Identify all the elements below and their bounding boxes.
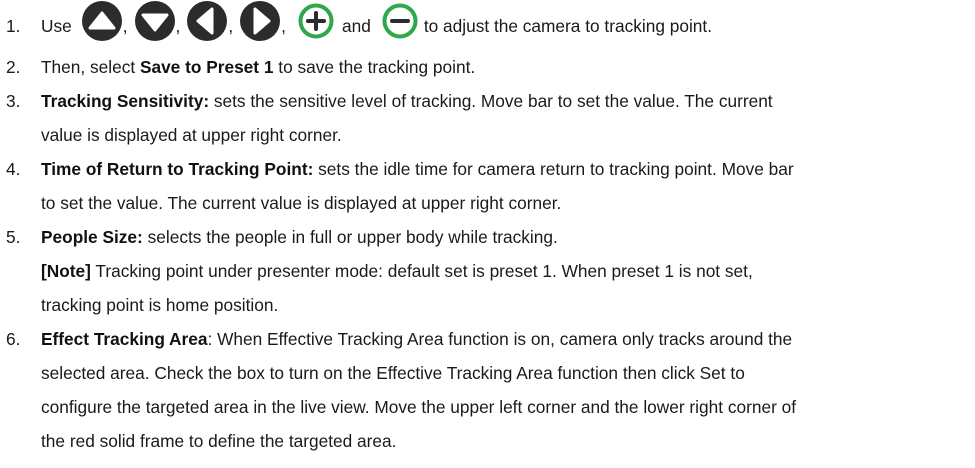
use-text: Use <box>41 16 72 36</box>
zoom-in-icon <box>297 2 335 46</box>
item-3-text: Tracking Sensitivity: sets the sensitive… <box>41 84 972 152</box>
zoom-out-icon <box>381 2 419 46</box>
text-segment: : When Effective Tracking Area function … <box>207 329 793 349</box>
item-number: 5. <box>6 227 21 247</box>
item-1-text: Use , , , , and to adjust the camera to … <box>41 0 972 50</box>
text-line: value is displayed at upper right corner… <box>41 125 342 145</box>
item-6-text: Effect Tracking Area: When Effective Tra… <box>41 322 972 458</box>
text-line: the red solid frame to define the target… <box>41 431 397 451</box>
comma: , <box>175 16 181 36</box>
item-5-text: People Size: selects the people in full … <box>41 220 972 322</box>
term-label: Effect Tracking Area <box>41 329 208 349</box>
item-number: 1. <box>6 16 21 36</box>
text-line: tracking point is home position. <box>41 295 279 315</box>
text-line: to set the value. The current value is d… <box>41 193 562 213</box>
text-segment: Then, select <box>41 57 140 77</box>
item-4-text: Time of Return to Tracking Point: sets t… <box>41 152 972 220</box>
item-2-text: Then, select Save to Preset 1 to save th… <box>41 50 972 84</box>
term-label: Time of Return to Tracking Point: <box>41 159 314 179</box>
and-text: and <box>341 16 371 36</box>
text-segment: to save the tracking point. <box>273 57 476 77</box>
term-label: People Size: <box>41 227 143 247</box>
item-1-tail-text: to adjust the camera to tracking point. <box>423 16 713 36</box>
comma: , <box>281 16 286 36</box>
text-segment: sets the sensitive level of tracking. Mo… <box>209 91 773 111</box>
up-arrow-icon <box>81 0 123 48</box>
item-number: 6. <box>6 329 21 349</box>
item-number: 4. <box>6 159 21 179</box>
comma: , <box>122 16 128 36</box>
text-line: selected area. Check the box to turn on … <box>41 363 745 383</box>
note-label: [Note] <box>41 261 91 281</box>
text-line: configure the targeted area in the live … <box>41 397 797 417</box>
item-number: 3. <box>6 91 21 111</box>
comma: , <box>228 16 234 36</box>
right-arrow-icon <box>239 0 281 48</box>
instruction-list: 1. Use , , , , and to adjust the camera … <box>0 0 975 468</box>
text-segment: Tracking point under presenter mode: def… <box>90 261 753 281</box>
text-segment: sets the idle time for camera return to … <box>313 159 794 179</box>
item-number: 2. <box>6 57 21 77</box>
text-segment: selects the people in full or upper body… <box>142 227 558 247</box>
term-label: Tracking Sensitivity: <box>41 91 210 111</box>
save-preset-label: Save to Preset 1 <box>139 57 274 77</box>
left-arrow-icon <box>186 0 228 48</box>
down-arrow-icon <box>134 0 176 48</box>
